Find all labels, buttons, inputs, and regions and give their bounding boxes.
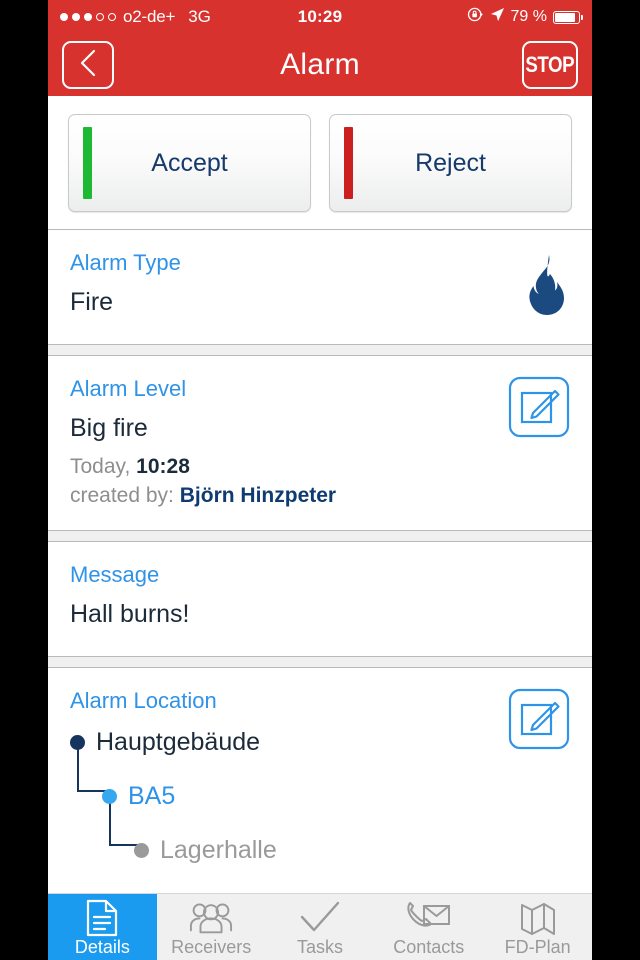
- alarm-level-timestamp: Today, 10:28: [70, 453, 570, 482]
- section-gap: [48, 657, 592, 667]
- checkmark-icon: [299, 899, 341, 937]
- section-gap: [48, 531, 592, 541]
- alarm-type-label: Alarm Type: [70, 250, 181, 275]
- tab-details-label: Details: [74, 936, 130, 957]
- tree-node-dot: [102, 789, 117, 804]
- location-tree: Hauptgebäude BA5 Lagerhalle: [70, 728, 570, 878]
- creator-name: Björn Hinzpeter: [179, 483, 337, 507]
- people-group-icon: [189, 899, 233, 937]
- reject-button-label: Reject: [415, 148, 486, 177]
- location-arrow-icon: [490, 7, 505, 27]
- alarm-location-edit-button[interactable]: [508, 688, 570, 755]
- rotation-lock-icon: [467, 6, 484, 28]
- tab-contacts-label: Contacts: [393, 936, 465, 957]
- battery-percent-label: 79 %: [510, 8, 547, 25]
- accept-accent-bar: [83, 127, 92, 199]
- chevron-left-icon: [77, 48, 99, 83]
- section-gap: [48, 345, 592, 355]
- tab-receivers-label: Receivers: [171, 936, 252, 957]
- tab-contacts[interactable]: Contacts: [374, 894, 483, 960]
- message-label: Message: [70, 562, 160, 587]
- back-button[interactable]: [62, 41, 114, 89]
- tab-details[interactable]: Details: [48, 894, 157, 960]
- tab-fd-plan-label: FD-Plan: [504, 936, 571, 957]
- tab-tasks-label: Tasks: [296, 936, 343, 957]
- created-by-prefix: created by:: [70, 483, 174, 507]
- alarm-action-buttons: Accept Reject: [48, 96, 592, 229]
- alarm-level-section: Alarm Level Big fire Today, 10:28 create…: [48, 356, 592, 530]
- accept-button[interactable]: Accept: [68, 114, 311, 212]
- tab-tasks[interactable]: Tasks: [266, 894, 375, 960]
- alarm-location-section: Alarm Location Hauptgebäude BA5 Lagerhal…: [48, 668, 592, 911]
- date-prefix: Today,: [70, 455, 131, 478]
- stop-button-label: STOP: [525, 52, 575, 77]
- alarm-level-creator: created by: Björn Hinzpeter: [70, 482, 570, 511]
- location-node-grandchild[interactable]: Lagerhalle: [134, 836, 277, 865]
- phone-envelope-icon: [406, 899, 452, 937]
- page-title: Alarm: [280, 48, 360, 81]
- alarm-type-section: Alarm Type Fire: [48, 230, 592, 344]
- battery-icon: [553, 10, 583, 24]
- tab-receivers[interactable]: Receivers: [157, 894, 266, 960]
- edit-pencil-icon: [508, 376, 570, 438]
- alarm-level-edit-button[interactable]: [508, 376, 570, 443]
- alarm-level-label: Alarm Level: [70, 376, 187, 401]
- navigation-bar: Alarm STOP: [48, 34, 592, 96]
- status-right: 79 %: [467, 6, 583, 28]
- map-fold-icon: [518, 899, 558, 937]
- stop-button[interactable]: STOP: [522, 41, 578, 89]
- message-section: Message Hall burns!: [48, 542, 592, 656]
- document-icon: [85, 899, 119, 937]
- location-node-root[interactable]: Hauptgebäude: [70, 728, 260, 757]
- tab-bar: Details Receivers Tasks Contacts FD-Plan: [48, 893, 592, 960]
- tree-node-dot: [70, 735, 85, 750]
- location-node-label: Hauptgebäude: [96, 728, 261, 756]
- tree-node-dot: [134, 843, 149, 858]
- alarm-location-label: Alarm Location: [70, 688, 217, 713]
- phone-screen: o2-de+ 3G 10:29 79 % Alarm STOP Accept R…: [48, 0, 592, 960]
- location-node-label: BA5: [128, 782, 176, 810]
- alarm-level-meta: Today, 10:28 created by: Björn Hinzpeter: [70, 453, 570, 511]
- reject-accent-bar: [344, 127, 353, 199]
- location-node-label: Lagerhalle: [160, 836, 277, 864]
- alarm-time: 10:28: [136, 455, 190, 478]
- status-bar: o2-de+ 3G 10:29 79 %: [48, 0, 592, 34]
- message-value: Hall burns!: [70, 600, 190, 628]
- alarm-type-value: Fire: [70, 288, 114, 316]
- accept-button-label: Accept: [151, 148, 228, 177]
- reject-button[interactable]: Reject: [329, 114, 572, 212]
- flame-icon: [522, 254, 570, 321]
- tab-fd-plan[interactable]: FD-Plan: [483, 894, 592, 960]
- alarm-level-value: Big fire: [70, 414, 148, 442]
- location-node-child[interactable]: BA5: [102, 782, 175, 811]
- edit-pencil-icon: [508, 688, 570, 750]
